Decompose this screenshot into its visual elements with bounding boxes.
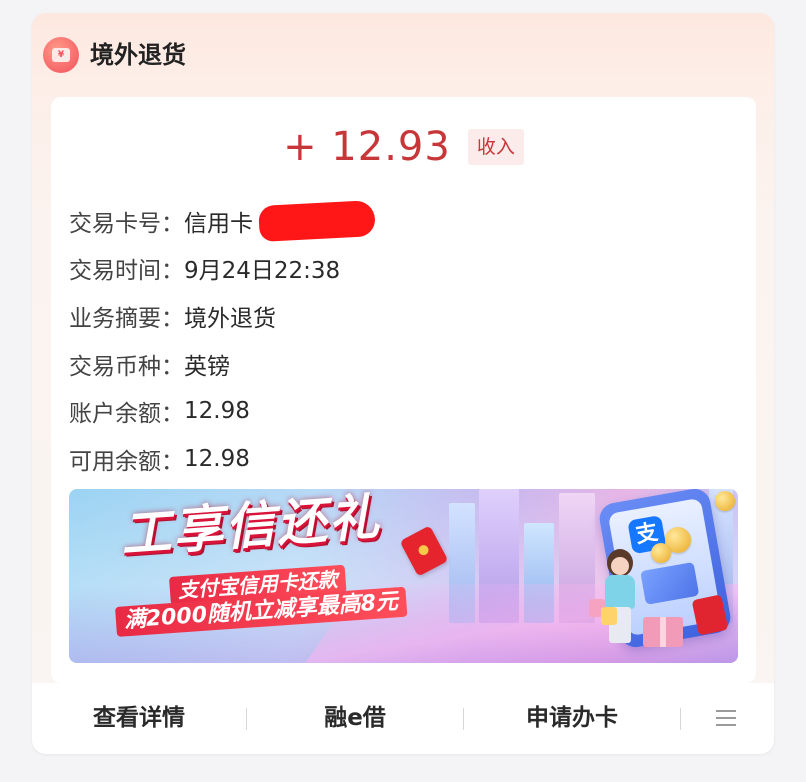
- detail-row-time: 交易时间： 9月24日22:38: [69, 245, 375, 293]
- detail-row-balance: 账户余额： 12.98: [69, 387, 375, 435]
- detail-value: 9月24日22:38: [184, 258, 341, 285]
- detail-label: 交易时间：: [69, 258, 184, 285]
- figure-jacket: [605, 575, 635, 609]
- gift-box-icon: [643, 617, 683, 647]
- transaction-card: ¥ 境外退货 + 12.93 收入 交易卡号： 信用卡 交易时间： 9月24日2…: [32, 13, 774, 754]
- detail-value: 境外退货: [184, 305, 276, 332]
- detail-label: 交易卡号：: [69, 210, 184, 237]
- card-header: ¥ 境外退货: [32, 13, 774, 97]
- promo-banner[interactable]: 工享信还礼 支付宝信用卡还款 满2000随机立减享最高8元 支: [69, 489, 738, 663]
- transaction-panel: + 12.93 收入 交易卡号： 信用卡 交易时间： 9月24日22:38 业务…: [51, 97, 756, 683]
- more-menu-button[interactable]: [681, 709, 773, 728]
- detail-row-currency: 交易币种： 英镑: [69, 340, 375, 388]
- shopping-bag-icon: [601, 607, 617, 625]
- detail-value: 英镑: [184, 353, 230, 380]
- detail-row-summary: 业务摘要： 境外退货: [69, 292, 375, 340]
- apply-card-button[interactable]: 申请办卡: [464, 683, 680, 754]
- action-bar: 查看详情 融e借 申请办卡: [32, 683, 774, 754]
- detail-row-card-number: 交易卡号： 信用卡: [69, 197, 376, 245]
- detail-row-available: 可用余额： 12.98: [69, 435, 375, 483]
- yen-glyph: ¥: [52, 48, 70, 62]
- e-loan-button[interactable]: 融e借: [247, 683, 463, 754]
- detail-label: 业务摘要：: [69, 305, 184, 332]
- redaction-mark: [258, 199, 376, 242]
- detail-value: 12.98: [184, 398, 250, 425]
- detail-value: 12.98: [184, 445, 250, 472]
- yen-card-icon: ¥: [43, 37, 79, 73]
- credit-card-graphic: [640, 561, 700, 605]
- coin-icon: [651, 543, 671, 563]
- coin-icon: [715, 491, 735, 511]
- view-details-button[interactable]: 查看详情: [32, 683, 246, 754]
- amount-row: + 12.93 收入: [51, 119, 756, 175]
- detail-label: 可用余额：: [69, 448, 184, 475]
- transaction-details: 交易卡号： 信用卡 交易时间： 9月24日22:38 业务摘要： 境外退货 交易…: [69, 197, 376, 483]
- income-tag: 收入: [467, 129, 524, 165]
- detail-label: 交易币种：: [69, 353, 184, 380]
- detail-label: 账户余额：: [69, 401, 184, 428]
- detail-value: 信用卡: [184, 210, 253, 237]
- card-title: 境外退货: [90, 41, 186, 69]
- hamburger-menu-icon: [716, 709, 738, 728]
- transaction-amount: + 12.93: [283, 124, 451, 170]
- woman-shopper-illustration: [597, 549, 643, 645]
- figure-face: [611, 557, 629, 575]
